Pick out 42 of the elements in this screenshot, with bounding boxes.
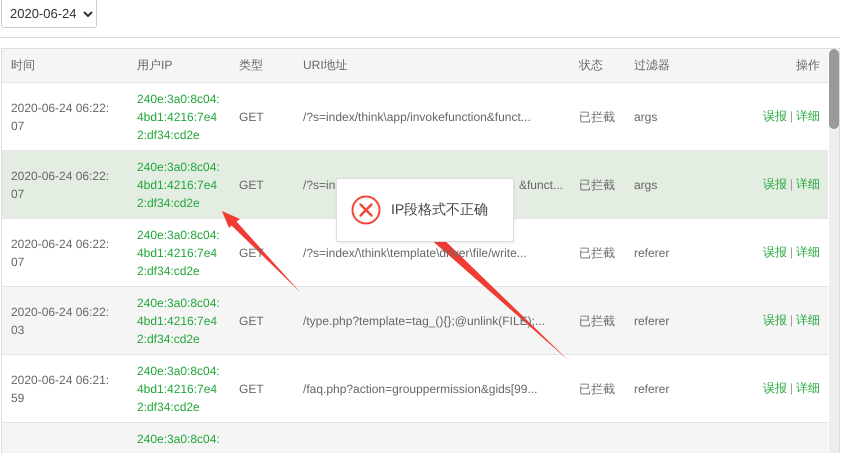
time-cell-text: 2020-06-24 06:22:07 — [11, 100, 110, 134]
uri-fragment: &funct... — [518, 176, 563, 194]
ip-cell-text: 240e:3a0:8c04:4bd1:4216:7e42:df34:cd2e — [137, 91, 221, 144]
filter-cell-text: args — [634, 176, 658, 194]
filter-cell-text: referer — [634, 312, 670, 330]
time-cell-text: 2020-06-24 06:22:07 — [11, 168, 110, 202]
separator: | — [790, 313, 794, 327]
separator: | — [790, 109, 794, 123]
separator: | — [790, 177, 794, 191]
column-header: URI地址 — [303, 57, 349, 74]
status-cell-text: 已拦截 — [579, 108, 616, 126]
uri-cell-text: /?s=index/think\app/invokefunction&funct... — [303, 108, 532, 126]
status-cell-text: 已拦截 — [579, 312, 616, 330]
toast-message: IP段格式不正确 — [391, 201, 488, 219]
column-header: 时间 — [11, 57, 36, 74]
ip-cell-text: 240e:3a0:8c04:4bd1:4216:7e42:df34:cd2e — [137, 159, 221, 212]
type-cell-text: GET — [239, 380, 265, 398]
column-header: 类型 — [239, 57, 264, 74]
uri-fragment: /?s=in — [303, 176, 336, 194]
ip-cell-text: 240e:3a0:8c04:4bd1:4216:7e42:df34:cd2e — [137, 295, 221, 348]
separator: | — [790, 381, 794, 395]
filter-cell-text: referer — [634, 380, 670, 398]
type-cell-text: GET — [239, 108, 265, 126]
ip-cell-text: 240e:3a0:8c04:4bd1:4216:7e42:df34:cd2e — [137, 227, 221, 280]
filter-cell-text: args — [634, 108, 658, 126]
ip-cell-text: 240e:3a0:8c04:4bd1:4216:7e42:df34:cd2e — [137, 363, 221, 416]
time-cell-text: 2020-06-24 06:22:03 — [11, 304, 110, 338]
status-cell-text: 已拦截 — [579, 176, 616, 194]
column-header: 用户IP — [137, 57, 174, 74]
type-cell-text: GET — [239, 176, 265, 194]
filter-cell-text: referer — [634, 244, 670, 262]
uri-cell-text: /faq.php?action=grouppermission&gids[99... — [303, 380, 538, 398]
column-header: 状态 — [579, 57, 604, 74]
separator: | — [790, 245, 794, 259]
column-header: 过滤器 — [634, 57, 671, 74]
ip-cell-text: 240e:3a0:8c04: — [137, 431, 221, 448]
time-cell-text: 2020-06-24 06:22:07 — [11, 236, 110, 270]
column-header: 操作 — [796, 57, 820, 74]
type-cell-text: GET — [239, 312, 265, 330]
time-cell-text: 2020-06-24 06:21:59 — [11, 372, 110, 406]
status-cell-text: 已拦截 — [579, 244, 616, 262]
status-cell-text: 已拦截 — [579, 380, 616, 398]
